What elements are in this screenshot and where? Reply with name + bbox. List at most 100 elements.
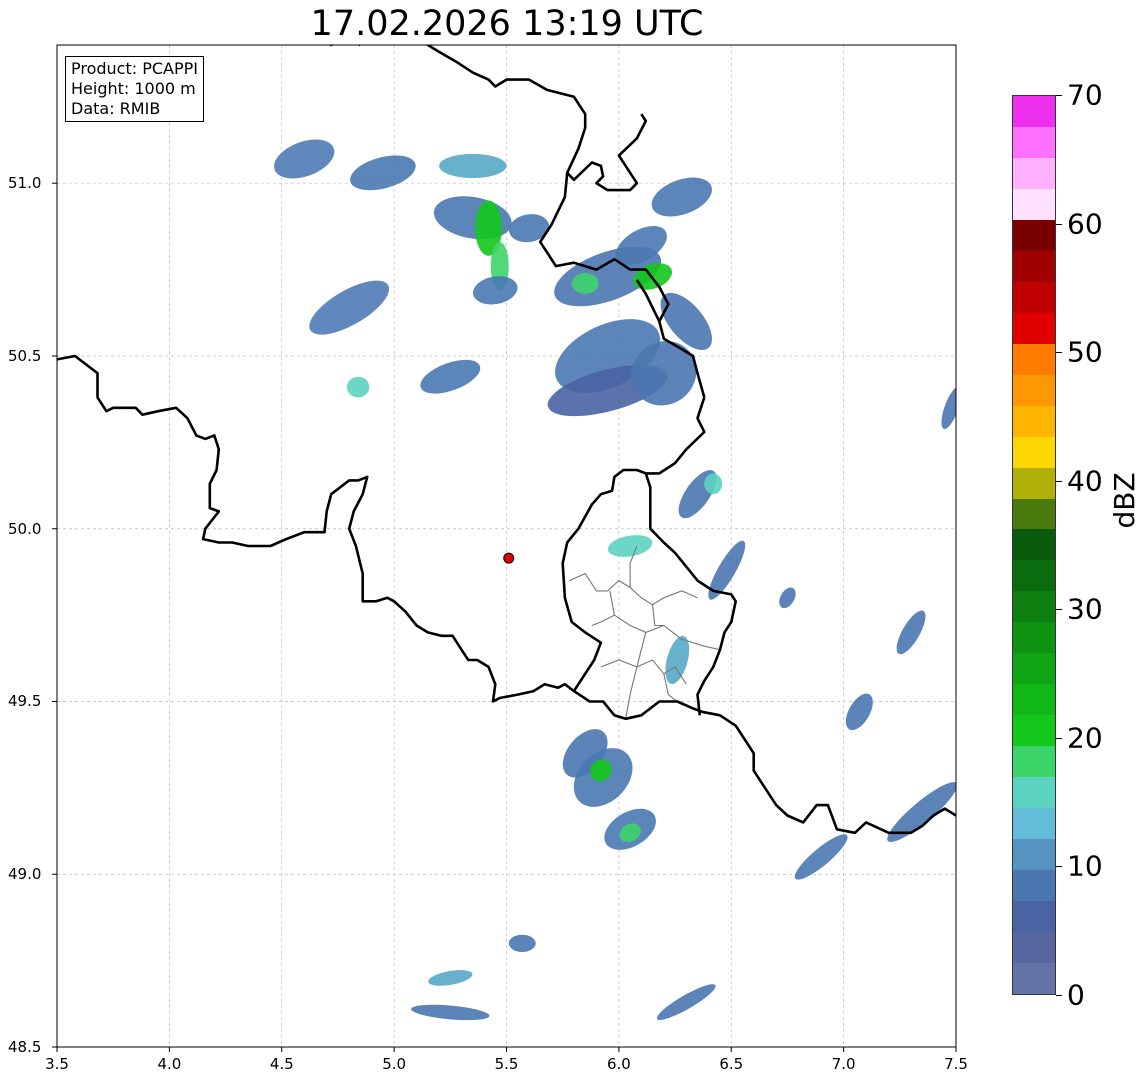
colorbar-swatch (1013, 653, 1055, 685)
echo-cell (411, 1004, 490, 1021)
colorbar-tick-label: 20 (1067, 721, 1103, 755)
echo-cell (896, 610, 926, 655)
precipitation-echoes (274, 139, 956, 1021)
colorbar-swatch (1013, 405, 1055, 437)
y-tick-label: 49.5 (8, 692, 42, 711)
echo-cell (508, 934, 536, 952)
colorbar-tick-label: 10 (1067, 849, 1103, 883)
colorbar-swatch (1013, 498, 1055, 530)
district-boundary (591, 614, 721, 651)
echo-cell (651, 177, 712, 217)
colorbar-swatch (1013, 963, 1055, 994)
echo-cell (794, 834, 848, 880)
echo-cell (472, 276, 518, 305)
x-tick-label: 6.5 (719, 1055, 744, 1073)
colorbar-tick-label: 50 (1067, 335, 1103, 369)
colorbar-tick-mark (1056, 995, 1062, 996)
echo-cell (350, 155, 416, 191)
district-boundary (569, 572, 698, 606)
echo-cell (508, 214, 550, 243)
colorbar-tick-label: 70 (1067, 78, 1103, 112)
colorbar-tick-mark (1056, 737, 1062, 739)
district-boundary (652, 604, 664, 627)
colorbar-swatch (1013, 529, 1055, 561)
colorbar-swatch (1013, 374, 1055, 406)
colorbar-tick-label: 30 (1067, 592, 1103, 626)
echo-cell (346, 376, 370, 398)
echo-cell (704, 473, 723, 495)
echo-cell (274, 139, 335, 179)
y-tick-label: 50.0 (8, 519, 42, 538)
echo-cell (941, 386, 956, 430)
axis-tick-marks (52, 182, 957, 1052)
colorbar-swatch (1013, 839, 1055, 871)
colorbar-tick-mark (1056, 866, 1062, 868)
x-tick-label: 3.5 (45, 1055, 69, 1073)
data-source-label: Data: RMIB (71, 99, 161, 118)
height-label: Height: 1000 m (71, 79, 196, 98)
y-tick-label: 49.0 (8, 865, 42, 884)
country-border (329, 45, 361, 47)
y-tick-label: 51.0 (8, 174, 42, 193)
colorbar-swatch (1013, 901, 1055, 933)
y-tick-label: 50.5 (8, 346, 42, 365)
x-tick-label: 5.5 (494, 1055, 519, 1073)
radar-site-marker (503, 552, 515, 564)
echo-cell (678, 470, 717, 519)
y-tick-label: 48.5 (8, 1038, 42, 1056)
colorbar-tick-label: 0 (1067, 978, 1085, 1012)
colorbar-tick-label: 40 (1067, 464, 1103, 498)
x-tick-label: 7.0 (831, 1055, 856, 1073)
x-tick-label: 6.0 (606, 1055, 631, 1073)
echo-cell (607, 535, 653, 557)
colorbar-swatch (1013, 436, 1055, 468)
colorbar-swatch (1013, 157, 1055, 189)
colorbar-swatch (1013, 188, 1055, 220)
product-info-box: Product: PCAPPI Height: 1000 m Data: RMI… (65, 56, 205, 122)
echo-cell (779, 587, 796, 609)
colorbar-tick-mark (1056, 223, 1062, 225)
colorbar-swatch (1013, 591, 1055, 623)
radar-site-dot (503, 552, 515, 564)
colorbar-swatch (1013, 808, 1055, 840)
colorbar-tick-mark (1056, 352, 1062, 354)
colorbar-swatch (1013, 684, 1055, 716)
colorbar-swatch (1013, 777, 1055, 809)
colorbar-swatch (1013, 312, 1055, 344)
radar-map (52, 44, 957, 1052)
echo-cell (420, 359, 481, 394)
colorbar-swatch (1013, 932, 1055, 964)
echo-cell (656, 984, 716, 1020)
colorbar (1012, 95, 1056, 995)
district-boundary (609, 590, 615, 616)
echo-cell (428, 970, 473, 986)
colorbar-swatch (1013, 250, 1055, 282)
country-border (566, 113, 648, 192)
colorbar-swatch (1013, 870, 1055, 902)
x-tick-label: 4.5 (269, 1055, 294, 1073)
colorbar-tick-mark (1056, 609, 1062, 611)
colorbar-swatch (1013, 343, 1055, 375)
colorbar-swatch (1013, 95, 1055, 127)
colorbar-swatch (1013, 126, 1055, 158)
colorbar-swatch (1013, 715, 1055, 747)
x-tick-label: 4.0 (157, 1055, 182, 1073)
lat-lon-grid (56, 45, 957, 1048)
colorbar-swatch (1013, 622, 1055, 654)
colorbar-swatch (1013, 467, 1055, 499)
x-tick-label: 7.5 (944, 1055, 968, 1073)
colorbar-tick-label: 60 (1067, 207, 1103, 241)
echo-cell (309, 280, 390, 335)
colorbar-label: dBZ (1108, 472, 1141, 529)
echo-cell (845, 693, 873, 731)
x-tick-label: 5.0 (382, 1055, 407, 1073)
colorbar-swatch (1013, 281, 1055, 313)
colorbar-swatch (1013, 219, 1055, 251)
echo-cell (571, 273, 599, 294)
colorbar-swatch (1013, 560, 1055, 592)
colorbar-tick-mark (1056, 95, 1062, 96)
product-label: Product: PCAPPI (71, 59, 199, 78)
district-boundary (625, 632, 647, 719)
colorbar-swatch (1013, 746, 1055, 778)
echo-cell (433, 196, 512, 240)
